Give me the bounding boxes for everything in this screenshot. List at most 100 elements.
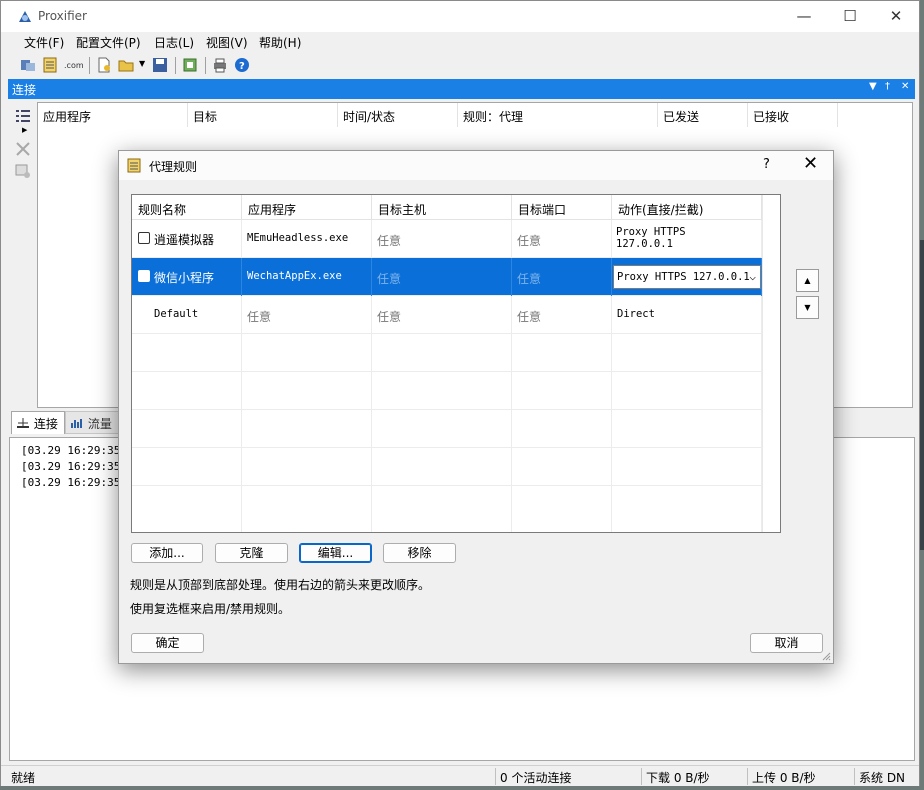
tab-connections[interactable]: 连接 — [11, 411, 65, 434]
rule-target-ports-cell: 任意 — [512, 296, 612, 334]
menu-bar: 文件(F) 配置文件(P) 日志(L) 视图(V) 帮助(H) — [1, 32, 919, 52]
proxification-rules-icon[interactable] — [42, 57, 58, 73]
empty-cell — [512, 486, 612, 532]
status-active-connections: 0 个活动连接 — [500, 771, 572, 785]
rule-action: Direct — [617, 308, 655, 320]
rule-application: 任意 — [247, 310, 272, 324]
rule-application-cell: 任意 — [242, 296, 372, 334]
rule-name-cell: 逍遥模拟器 — [132, 220, 242, 258]
status-separator — [747, 768, 748, 785]
column-received[interactable]: 已接收 — [748, 103, 838, 127]
column-action[interactable]: 动作(直接/拦截) — [612, 195, 762, 220]
rule-action: Proxy HTTPS 127.0.0.1 — [616, 226, 686, 250]
menu-file[interactable]: 文件(F) — [24, 34, 64, 51]
empty-cell — [242, 448, 372, 486]
clone-button[interactable]: 克隆 — [215, 543, 288, 563]
tab-label: 连接 — [33, 417, 58, 431]
status-separator — [641, 768, 642, 785]
save-profile-icon[interactable] — [152, 57, 168, 73]
empty-cell — [242, 372, 372, 410]
status-separator — [495, 768, 496, 785]
empty-cell — [372, 372, 512, 410]
menu-profile[interactable]: 配置文件(P) — [76, 34, 141, 51]
minimize-button[interactable]: — — [781, 1, 827, 32]
column-target-hosts[interactable]: 目标主机 — [372, 195, 512, 220]
move-up-button[interactable]: ▲ — [796, 269, 819, 292]
rule-target-hosts: 任意 — [377, 310, 402, 324]
rule-action-dropdown[interactable]: Proxy HTTPS 127.0.0.1 ⌵ — [613, 265, 761, 289]
resize-grip-icon[interactable] — [821, 651, 831, 661]
column-rule-name[interactable]: 规则名称 — [132, 195, 242, 220]
ok-button[interactable]: 确定 — [131, 633, 204, 653]
chevron-down-icon[interactable]: ⌵ — [749, 270, 756, 283]
open-profile-icon[interactable] — [118, 57, 134, 73]
proxy-servers-icon[interactable] — [20, 57, 36, 73]
menu-help[interactable]: 帮助(H) — [259, 34, 301, 51]
pin-icon[interactable]: † — [885, 81, 890, 92]
rule-row[interactable]: 逍遥模拟器 MEmuHeadless.exe 任意 任意 Proxy HTTPS… — [132, 220, 780, 258]
empty-cell — [242, 334, 372, 372]
rule-row-selected[interactable]: 微信小程序 WechatAppEx.exe 任意 任意 Proxy HTTPS … — [132, 258, 780, 296]
close-connection-icon[interactable] — [15, 141, 31, 157]
rules-order-note: 规则是从顶部到底部处理。使用右边的箭头来更改顺序。 — [130, 578, 431, 592]
new-profile-icon[interactable] — [96, 57, 112, 73]
edit-button[interactable]: 编辑... — [299, 543, 372, 563]
rule-target-ports: 任意 — [517, 310, 542, 324]
table-scrollbar[interactable] — [762, 195, 780, 532]
rule-enable-checkbox[interactable] — [138, 270, 150, 282]
list-view-icon[interactable] — [15, 108, 31, 124]
empty-cell — [372, 486, 512, 532]
rule-name-cell: 微信小程序 — [132, 258, 242, 296]
help-icon[interactable]: ? — [234, 57, 250, 73]
panel-close-icon[interactable]: ✕ — [901, 81, 909, 92]
empty-cell — [512, 410, 612, 448]
maximize-button[interactable]: ☐ — [827, 1, 873, 32]
expand-arrow-icon[interactable]: ▶ — [22, 126, 27, 134]
empty-cell — [372, 448, 512, 486]
empty-cell — [612, 410, 762, 448]
empty-cell — [132, 410, 242, 448]
column-rule-proxy[interactable]: 规则：代理 — [458, 103, 658, 127]
empty-cell — [372, 334, 512, 372]
panel-menu-icon[interactable]: ▼ — [869, 81, 877, 92]
tab-traffic[interactable]: 流量 — [65, 411, 121, 434]
column-application[interactable]: 应用程序 — [38, 103, 188, 127]
connections-panel-header: 连接 ▼ † ✕ — [8, 79, 915, 99]
rule-name-cell: Default — [132, 296, 242, 334]
rule-application-cell: MEmuHeadless.exe — [242, 220, 372, 258]
rules-checkbox-note: 使用复选框来启用/禁用规则。 — [130, 602, 291, 616]
empty-cell — [612, 334, 762, 372]
rule-enable-checkbox[interactable] — [138, 232, 150, 244]
rule-name: Default — [154, 308, 199, 320]
remove-button[interactable]: 移除 — [383, 543, 456, 563]
print-icon[interactable] — [212, 57, 228, 73]
add-button[interactable]: 添加... — [131, 543, 203, 563]
empty-cell — [132, 486, 242, 532]
cancel-button[interactable]: 取消 — [750, 633, 823, 653]
dialog-help-button[interactable]: ? — [763, 157, 770, 172]
column-applications[interactable]: 应用程序 — [242, 195, 372, 220]
toolbar-separator — [175, 57, 176, 74]
rule-row-default[interactable]: Default 任意 任意 任意 Direct — [132, 296, 780, 334]
advanced-icon[interactable] — [182, 57, 198, 73]
menu-view[interactable]: 视图(V) — [206, 34, 248, 51]
move-down-button[interactable]: ▼ — [796, 296, 819, 319]
menu-log[interactable]: 日志(L) — [154, 34, 194, 51]
svg-text:?: ? — [239, 61, 245, 72]
open-profile-dropdown-icon[interactable]: ▼ — [139, 59, 145, 68]
empty-cell — [612, 486, 762, 532]
rules-table[interactable]: 规则名称 应用程序 目标主机 目标端口 动作(直接/拦截) 逍遥模拟器 MEmu… — [131, 194, 781, 533]
dialog-title: 代理规则 — [149, 160, 198, 174]
column-time-status[interactable]: 时间/状态 — [338, 103, 458, 127]
close-button[interactable]: ✕ — [873, 1, 919, 32]
column-target[interactable]: 目标 — [188, 103, 338, 127]
column-target-ports[interactable]: 目标端口 — [512, 195, 612, 220]
empty-cell — [132, 448, 242, 486]
dialog-close-button[interactable]: ✕ — [803, 154, 818, 174]
create-rule-icon[interactable] — [15, 163, 31, 179]
rule-target-hosts: 任意 — [377, 272, 402, 286]
name-resolution-icon[interactable]: .com — [64, 57, 84, 73]
empty-cell — [612, 372, 762, 410]
column-sent[interactable]: 已发送 — [658, 103, 748, 127]
app-title: Proxifier — [38, 9, 87, 23]
